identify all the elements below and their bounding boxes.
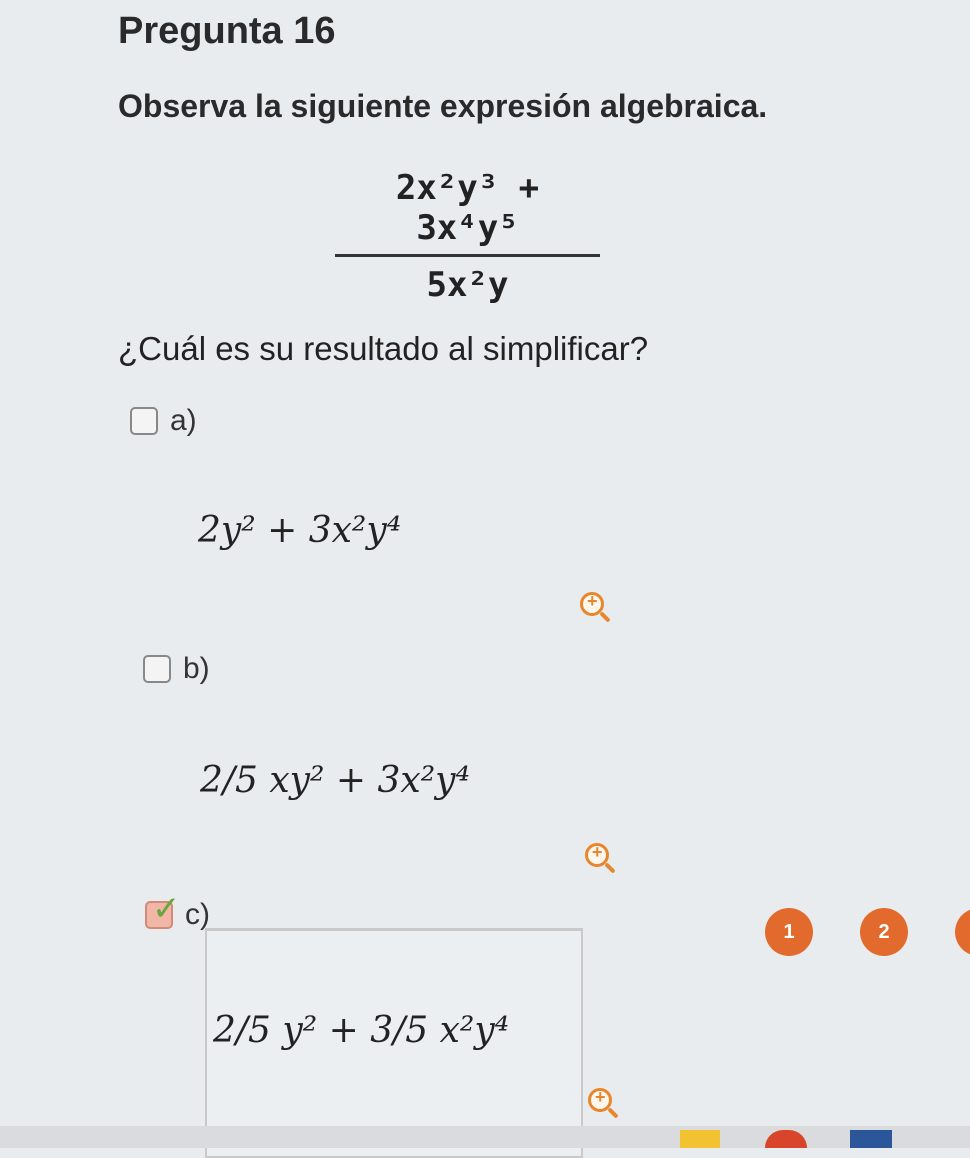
option-a-checkbox[interactable] <box>130 407 158 435</box>
option-c[interactable]: c) <box>145 889 210 932</box>
option-c-checkbox-checked[interactable] <box>145 889 181 929</box>
page-button-3[interactable]: 3 <box>955 908 970 956</box>
word-icon[interactable] <box>850 1130 892 1148</box>
expression-numerator: 2x²y³ + 3x⁴y⁵ <box>395 168 540 248</box>
fraction-bar <box>335 254 600 257</box>
zoom-in-icon[interactable] <box>580 591 604 616</box>
option-a-label: a) <box>170 404 197 437</box>
option-c-expression: 2/5 y² + 3/5 x²y⁴ <box>213 1010 510 1051</box>
page-button-1[interactable]: 1 <box>765 908 813 956</box>
option-b[interactable]: b) <box>143 652 210 686</box>
main-expression: 2x²y³ + 3x⁴y⁵ 5x²y <box>335 168 600 305</box>
taskbar <box>0 1126 970 1148</box>
folder-icon[interactable] <box>680 1130 720 1148</box>
question-pagination: 1 2 3 <box>765 908 970 956</box>
zoom-in-icon[interactable] <box>585 842 609 867</box>
option-b-label: b) <box>183 652 210 685</box>
instruction-text: Observa la siguiente expresión algebraic… <box>118 88 768 124</box>
option-b-checkbox[interactable] <box>143 655 171 683</box>
option-a-expression: 2y² + 3x²y⁴ <box>198 510 402 551</box>
page-button-2[interactable]: 2 <box>860 908 908 956</box>
expression-denominator: 5x²y <box>426 265 509 305</box>
question-title: Pregunta 16 <box>118 10 336 52</box>
zoom-in-icon[interactable] <box>588 1087 612 1112</box>
question-prompt: ¿Cuál es su resultado al simplificar? <box>118 330 649 367</box>
option-a[interactable]: a) <box>130 404 197 438</box>
option-c-label: c) <box>185 898 210 931</box>
option-b-expression: 2/5 xy² + 3x²y⁴ <box>200 760 470 801</box>
